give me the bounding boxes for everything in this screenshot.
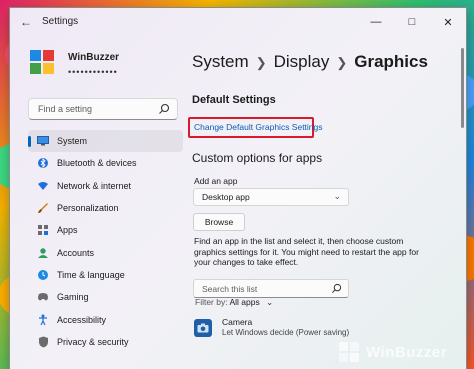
info-text: Find an app in the list and select it, t…	[194, 236, 419, 267]
sidebar-item-network[interactable]: Network & internet	[28, 175, 183, 197]
apps-icon	[37, 224, 49, 236]
window-controls: — □ ✕	[358, 8, 466, 36]
sidebar-item-accessibility[interactable]: Accessibility	[28, 308, 183, 330]
filter-control[interactable]: Filter by: All apps ⌄	[195, 297, 273, 308]
chevron-right-icon: ❯	[255, 55, 267, 70]
person-icon	[37, 247, 49, 259]
system-icon	[37, 135, 49, 147]
brush-icon	[37, 202, 49, 214]
search-list-placeholder: Search this list	[202, 284, 258, 294]
bluetooth-icon	[37, 157, 49, 169]
sidebar-item-label: Bluetooth & devices	[57, 158, 137, 169]
sidebar-item-gaming[interactable]: Gaming	[28, 286, 183, 308]
breadcrumb: System ❯ Display ❯ Graphics	[192, 52, 428, 72]
globe-clock-icon	[37, 269, 49, 281]
chevron-down-icon: ⌄	[266, 297, 274, 307]
shield-icon	[37, 336, 49, 348]
search-placeholder: Find a setting	[38, 104, 93, 114]
search-list-input[interactable]: Search this list	[193, 279, 349, 298]
camera-icon	[194, 319, 212, 337]
chevron-right-icon: ❯	[336, 55, 348, 70]
breadcrumb-graphics: Graphics	[354, 52, 428, 71]
back-arrow-icon[interactable]: ←	[18, 14, 34, 30]
winbuzzer-logo	[30, 50, 54, 74]
search-icon	[159, 103, 170, 114]
maximize-icon[interactable]: □	[394, 8, 430, 36]
search-icon	[332, 283, 342, 293]
close-icon[interactable]: ✕	[430, 8, 466, 36]
sidebar-item-label: Time & language	[57, 269, 125, 280]
app-type-dropdown[interactable]: Desktop app ⌄	[193, 188, 349, 206]
sidebar-item-label: System	[57, 136, 88, 147]
breadcrumb-display[interactable]: Display	[274, 52, 330, 71]
dropdown-value: Desktop app	[202, 192, 250, 202]
sidebar-item-label: Personalization	[57, 203, 119, 214]
app-name: Camera	[222, 317, 253, 327]
sidebar-item-time-language[interactable]: Time & language	[28, 264, 183, 286]
browse-button[interactable]: Browse	[193, 213, 245, 231]
wifi-icon	[37, 180, 49, 192]
sidebar-item-privacy-security[interactable]: Privacy & security	[28, 331, 183, 353]
sidebar-item-label: Gaming	[57, 292, 89, 303]
sidebar-item-personalization[interactable]: Personalization	[28, 197, 183, 219]
title-bar: ← Settings — □ ✕	[10, 8, 466, 36]
sidebar-item-label: Accounts	[57, 247, 95, 258]
breadcrumb-system[interactable]: System	[192, 52, 249, 71]
profile-name: WinBuzzer	[68, 52, 120, 63]
sidebar-item-label: Apps	[57, 225, 78, 236]
default-settings-heading: Default Settings	[192, 94, 276, 106]
chevron-down-icon: ⌄	[333, 191, 341, 201]
sidebar-item-label: Accessibility	[57, 314, 107, 325]
add-app-label: Add an app	[194, 176, 238, 186]
watermark-logo	[339, 342, 359, 362]
filter-value: All apps	[229, 297, 260, 307]
sidebar-item-accounts[interactable]: Accounts	[28, 241, 183, 263]
minimize-icon[interactable]: —	[358, 8, 394, 36]
find-setting-search[interactable]: Find a setting	[28, 98, 178, 120]
accessibility-icon	[37, 314, 49, 326]
custom-options-heading: Custom options for apps	[192, 151, 323, 165]
profile-email-obscured: ••••••••••••	[68, 67, 118, 77]
sidebar-item-system[interactable]: System	[28, 130, 183, 153]
scrollbar[interactable]	[461, 48, 464, 128]
sidebar-item-bluetooth[interactable]: Bluetooth & devices	[28, 152, 183, 174]
watermark-text: WinBuzzer	[366, 343, 448, 361]
settings-window: ← Settings — □ ✕ WinBuzzer •••••••••••• …	[10, 8, 466, 369]
sidebar-item-label: Privacy & security	[57, 336, 129, 347]
filter-label: Filter by:	[195, 297, 228, 307]
sidebar-item-apps[interactable]: Apps	[28, 219, 183, 241]
sidebar-nav: System Bluetooth & devices Network & int…	[28, 130, 183, 353]
app-description: Let Windows decide (Power saving)	[222, 328, 350, 337]
change-default-graphics-link[interactable]: Change Default Graphics Settings	[194, 122, 323, 132]
winbuzzer-watermark: WinBuzzer	[338, 337, 447, 367]
sidebar-item-label: Network & internet	[57, 180, 132, 191]
gamepad-icon	[37, 291, 49, 303]
window-title: Settings	[42, 16, 79, 27]
